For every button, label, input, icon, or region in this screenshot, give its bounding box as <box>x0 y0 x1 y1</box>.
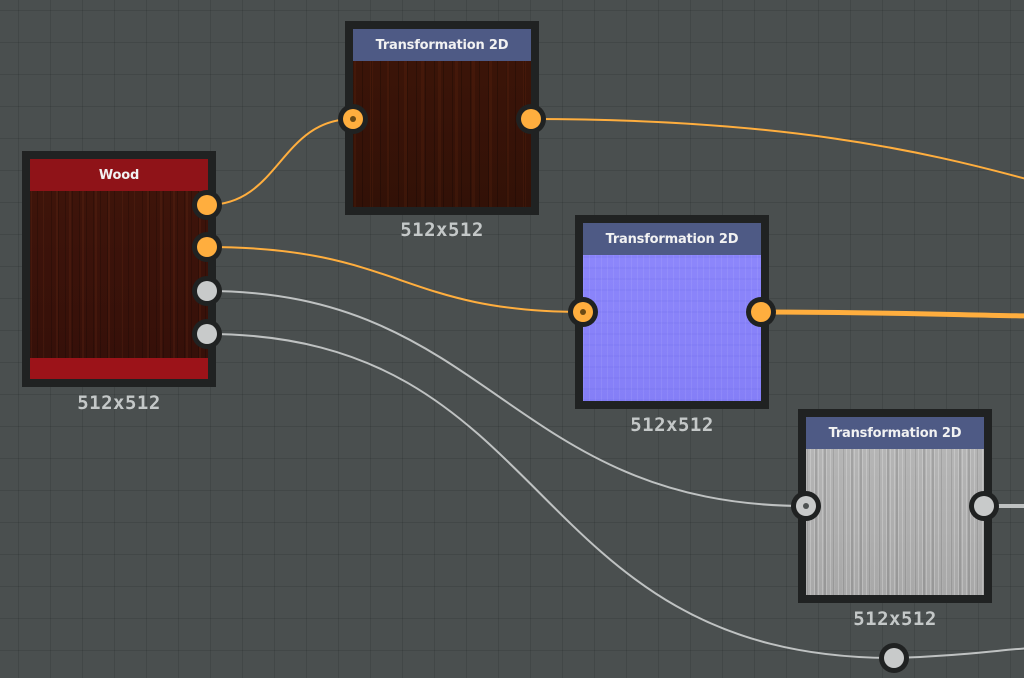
node-graph-canvas[interactable]: Wood 512x512 Transformation 2D 512x512 T… <box>0 0 1024 678</box>
node-size-label: 512x512 <box>630 414 714 436</box>
node-title: Transformation 2D <box>806 417 984 449</box>
wire-transform-a-out[interactable] <box>530 118 1024 180</box>
wood-output-port-1[interactable] <box>192 190 222 220</box>
normal-map-thumbnail <box>583 255 761 401</box>
node-title: Wood <box>30 159 208 191</box>
transformation-2d-output-port[interactable] <box>516 104 546 134</box>
node-size-label: 512x512 <box>400 219 484 241</box>
transformation-2d-output-port[interactable] <box>969 491 999 521</box>
grayscale-texture-thumbnail <box>806 449 984 595</box>
wood-output-port-3[interactable] <box>192 276 222 306</box>
node-footer-bar <box>30 358 208 379</box>
transformation-2d-input-port[interactable] <box>791 491 821 521</box>
wood-output-port-2[interactable] <box>192 232 222 262</box>
offscreen-node-input-port[interactable] <box>879 643 909 673</box>
transformation-2d-input-port[interactable] <box>338 104 368 134</box>
transformation-2d-node[interactable]: Transformation 2D <box>575 215 769 409</box>
node-title: Transformation 2D <box>353 29 531 61</box>
transformation-2d-node[interactable]: Transformation 2D <box>798 409 992 603</box>
transformation-2d-node[interactable]: Transformation 2D <box>345 21 539 215</box>
wire-transform-b-out[interactable] <box>760 309 1024 319</box>
wire-wood-out2-to-transform-b[interactable] <box>206 246 584 313</box>
wood-texture-thumbnail <box>30 191 208 358</box>
transformation-2d-input-port[interactable] <box>568 297 598 327</box>
wood-node[interactable]: Wood <box>22 151 216 387</box>
node-title: Transformation 2D <box>583 223 761 255</box>
wood-texture-thumbnail <box>353 61 531 207</box>
wire-wood-out4-to-offscreen[interactable] <box>206 333 895 659</box>
wood-output-port-4[interactable] <box>192 319 222 349</box>
node-size-label: 512x512 <box>853 608 937 630</box>
wire-offscreen-right[interactable] <box>893 647 1024 659</box>
wire-wood-out1-to-transform-a[interactable] <box>206 118 354 206</box>
transformation-2d-output-port[interactable] <box>746 297 776 327</box>
node-size-label: 512x512 <box>77 392 161 414</box>
